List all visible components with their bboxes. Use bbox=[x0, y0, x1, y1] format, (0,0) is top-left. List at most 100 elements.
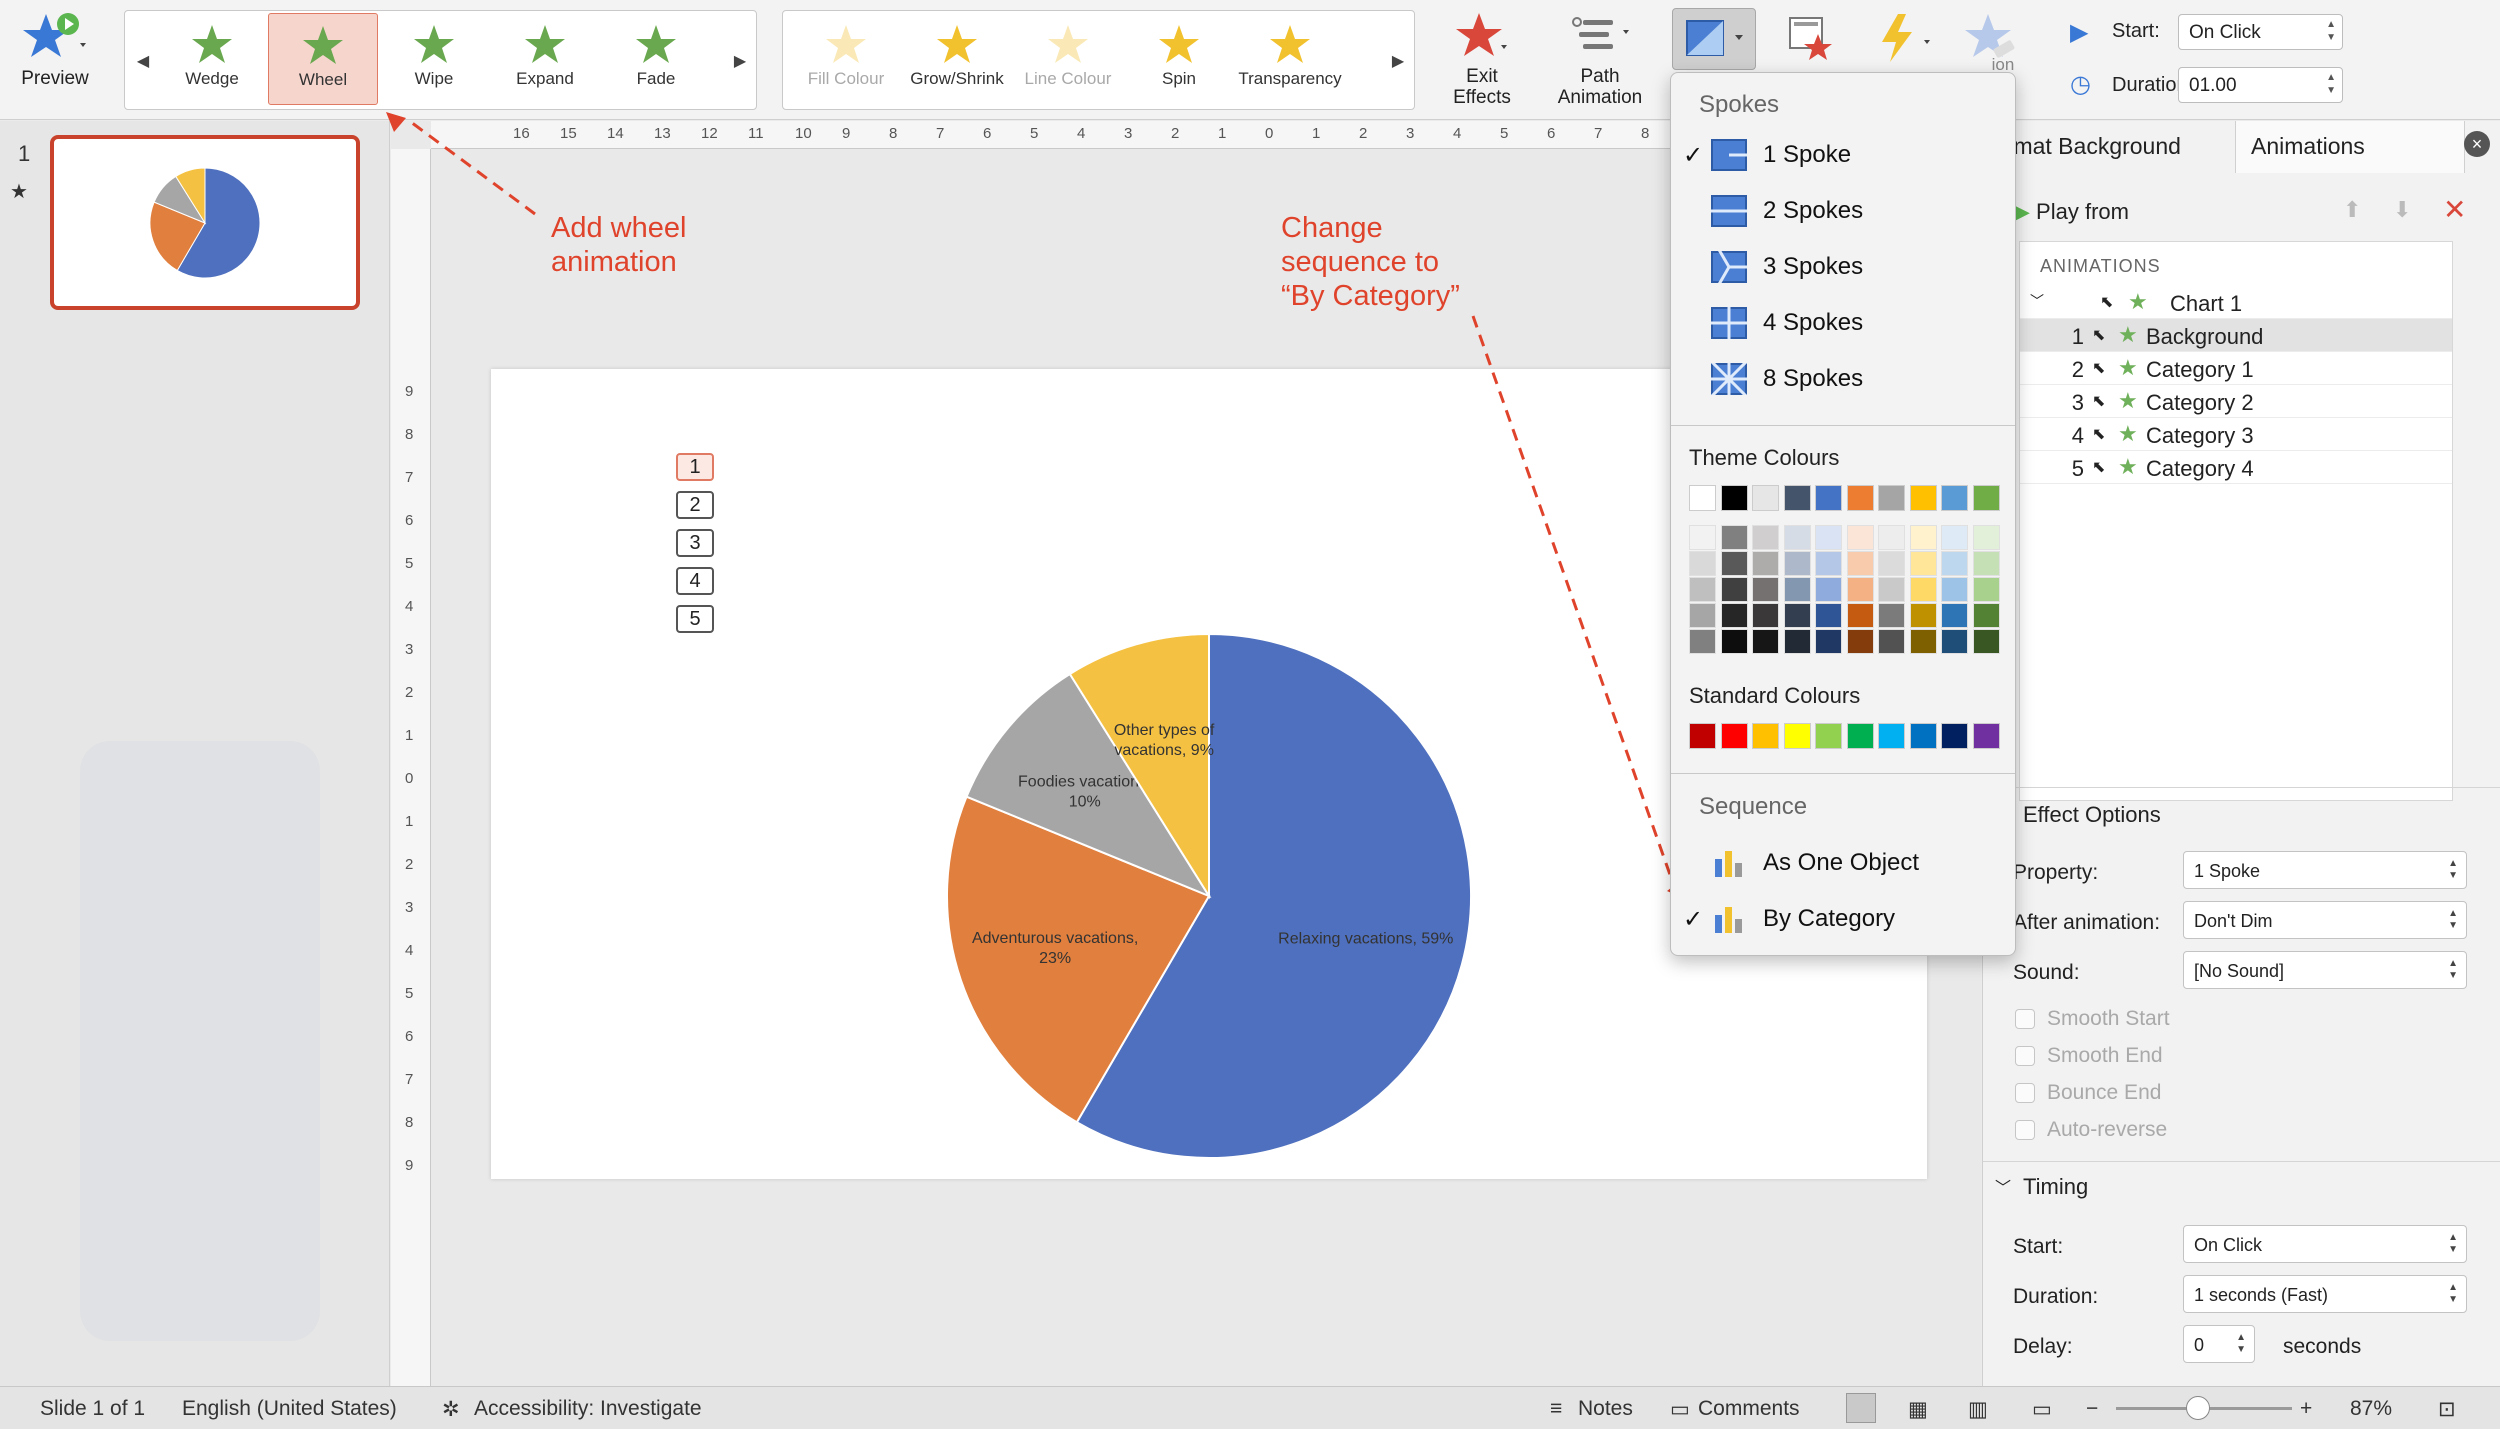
checkbox-box[interactable] bbox=[2015, 1046, 2035, 1067]
trigger-button[interactable] bbox=[1870, 10, 1940, 70]
colour-swatch[interactable] bbox=[1720, 485, 1748, 511]
colour-shade-swatch[interactable] bbox=[1941, 629, 1968, 654]
effect-fade-button[interactable]: Fade bbox=[601, 13, 711, 105]
animation-list-item[interactable]: 5 ⬉ ★ Category 4 bbox=[2020, 451, 2452, 484]
checkbox-box[interactable] bbox=[2015, 1009, 2035, 1030]
animation-list-item[interactable]: 4 ⬉ ★ Category 3 bbox=[2020, 418, 2452, 451]
colour-shade-swatch[interactable] bbox=[1846, 551, 1874, 576]
accessibility-icon[interactable]: ✲ bbox=[442, 1397, 460, 1422]
colour-shade-swatch[interactable] bbox=[1909, 603, 1937, 628]
timing-duration-select[interactable]: 1 seconds (Fast) ▲ ▼ bbox=[2183, 1275, 2467, 1313]
animation-list-item[interactable]: 3 ⬉ ★ Category 2 bbox=[2020, 385, 2452, 418]
language-status[interactable]: English (United States) bbox=[182, 1397, 397, 1421]
tab-animations[interactable]: Animations bbox=[2251, 133, 2365, 160]
colour-shade-swatch[interactable] bbox=[1720, 551, 1748, 576]
effect-fill-colour-button[interactable]: Fill Colour bbox=[791, 13, 901, 105]
colour-swatch[interactable] bbox=[1783, 485, 1811, 511]
colour-shade-swatch[interactable] bbox=[1689, 525, 1716, 550]
animation-pane-button[interactable] bbox=[1782, 10, 1842, 70]
colour-swatch[interactable] bbox=[1689, 723, 1716, 749]
move-up-icon[interactable]: ⬆ bbox=[2343, 197, 2361, 223]
gallery-left-arrow-icon[interactable]: ◀ bbox=[135, 51, 151, 71]
zoom-slider[interactable] bbox=[2116, 1396, 2292, 1420]
colour-shade-swatch[interactable] bbox=[1783, 551, 1811, 576]
colour-shade-swatch[interactable] bbox=[1783, 603, 1811, 628]
colour-shade-swatch[interactable] bbox=[1941, 577, 1968, 602]
option-checkbox[interactable]: Auto-reverse bbox=[2015, 1118, 2167, 1142]
fit-to-window-icon[interactable]: ⊡ bbox=[2438, 1397, 2456, 1422]
effect-options-button[interactable] bbox=[1672, 8, 1756, 70]
gallery-right-arrow-icon[interactable]: ▶ bbox=[732, 51, 748, 71]
property-select[interactable]: 1 Spoke ▲ ▼ bbox=[2183, 851, 2467, 889]
colour-shade-swatch[interactable] bbox=[1878, 603, 1905, 628]
colour-swatch[interactable] bbox=[1846, 485, 1874, 511]
effect-options-section[interactable]: Effect Options bbox=[1983, 787, 2500, 837]
notes-button[interactable]: Notes bbox=[1578, 1397, 1633, 1421]
colour-shade-swatch[interactable] bbox=[1909, 551, 1937, 576]
colour-shade-swatch[interactable] bbox=[1815, 577, 1842, 602]
move-down-icon[interactable]: ⬇ bbox=[2393, 197, 2411, 223]
colour-shade-swatch[interactable] bbox=[1689, 603, 1716, 628]
slide-thumbnail[interactable] bbox=[50, 135, 360, 310]
colour-shade-swatch[interactable] bbox=[1815, 629, 1842, 654]
colour-swatch[interactable] bbox=[1972, 723, 2000, 749]
colour-shade-swatch[interactable] bbox=[1783, 629, 1811, 654]
comments-button[interactable]: Comments bbox=[1698, 1397, 1800, 1421]
colour-swatch[interactable] bbox=[1752, 723, 1779, 749]
collapse-chevron-icon[interactable]: ﹀ bbox=[1995, 1174, 2011, 1198]
colour-shade-swatch[interactable] bbox=[1720, 629, 1748, 654]
colour-swatch[interactable] bbox=[1815, 723, 1842, 749]
chart-group-row[interactable]: ﹀ ⬉ ★ Chart 1 bbox=[2020, 286, 2452, 319]
animation-list-item[interactable]: 2 ⬉ ★ Category 1 bbox=[2020, 352, 2452, 385]
slide-sorter-icon[interactable]: ▦ bbox=[1908, 1397, 1928, 1422]
colour-swatch[interactable] bbox=[1689, 485, 1716, 511]
colour-shade-swatch[interactable] bbox=[1689, 629, 1716, 654]
colour-shade-swatch[interactable] bbox=[1689, 551, 1716, 576]
collapse-chevron-icon[interactable]: ﹀ bbox=[2030, 291, 2044, 311]
colour-swatch[interactable] bbox=[1909, 485, 1937, 511]
exit-effects-button[interactable]: Exit Effects bbox=[1440, 10, 1524, 108]
animation-list-item[interactable]: 1 ⬉ ★ Background bbox=[2020, 319, 2452, 352]
colour-shade-swatch[interactable] bbox=[1752, 603, 1779, 628]
colour-shade-swatch[interactable] bbox=[1972, 525, 2000, 550]
notes-icon[interactable]: ≡ bbox=[1550, 1397, 1562, 1421]
delay-input[interactable]: 0 ▲ ▼ bbox=[2183, 1325, 2255, 1363]
colour-shade-swatch[interactable] bbox=[1689, 577, 1716, 602]
colour-swatch[interactable] bbox=[1941, 485, 1968, 511]
option-checkbox[interactable]: Bounce End bbox=[2015, 1081, 2161, 1105]
close-pane-icon[interactable]: × bbox=[2464, 131, 2490, 157]
colour-shade-swatch[interactable] bbox=[1878, 629, 1905, 654]
preview-button[interactable]: Preview bbox=[10, 10, 100, 100]
delete-animation-icon[interactable]: ✕ bbox=[2443, 193, 2466, 226]
tab-format-background[interactable]: ormat Background bbox=[1993, 133, 2181, 160]
effect-transparency-button[interactable]: Transparency bbox=[1235, 13, 1345, 105]
colour-swatch[interactable] bbox=[1720, 723, 1748, 749]
colour-shade-swatch[interactable] bbox=[1846, 603, 1874, 628]
zoom-out-icon[interactable]: − bbox=[2086, 1397, 2098, 1421]
normal-view-icon[interactable] bbox=[1846, 1393, 1876, 1423]
zoom-in-icon[interactable]: + bbox=[2300, 1397, 2312, 1421]
checkbox-box[interactable] bbox=[2015, 1120, 2035, 1141]
colour-shade-swatch[interactable] bbox=[1752, 525, 1779, 550]
colour-shade-swatch[interactable] bbox=[1752, 551, 1779, 576]
colour-shade-swatch[interactable] bbox=[1846, 577, 1874, 602]
colour-swatch[interactable] bbox=[1941, 723, 1968, 749]
option-checkbox[interactable]: Smooth End bbox=[2015, 1044, 2163, 1068]
slideshow-icon[interactable]: ▭ bbox=[2032, 1397, 2052, 1422]
comments-icon[interactable]: ▭ bbox=[1670, 1397, 1690, 1422]
colour-shade-swatch[interactable] bbox=[1815, 551, 1842, 576]
colour-shade-swatch[interactable] bbox=[1815, 603, 1842, 628]
colour-shade-swatch[interactable] bbox=[1878, 525, 1905, 550]
spoke-option[interactable]: 2 Spokes bbox=[1671, 187, 2015, 235]
play-from-button[interactable]: ▶ Play from bbox=[2013, 199, 2129, 225]
colour-shade-swatch[interactable] bbox=[1878, 551, 1905, 576]
spoke-option[interactable]: 4 Spokes bbox=[1671, 299, 2015, 347]
colour-shade-swatch[interactable] bbox=[1941, 551, 1968, 576]
colour-shade-swatch[interactable] bbox=[1846, 525, 1874, 550]
sequence-option[interactable]: As One Object bbox=[1671, 839, 2015, 887]
colour-shade-swatch[interactable] bbox=[1972, 603, 2000, 628]
colour-shade-swatch[interactable] bbox=[1878, 577, 1905, 602]
timing-section[interactable]: ﹀ Timing bbox=[1983, 1161, 2500, 1211]
path-animation-button[interactable]: Path Animation bbox=[1550, 10, 1650, 108]
colour-swatch[interactable] bbox=[1815, 485, 1842, 511]
